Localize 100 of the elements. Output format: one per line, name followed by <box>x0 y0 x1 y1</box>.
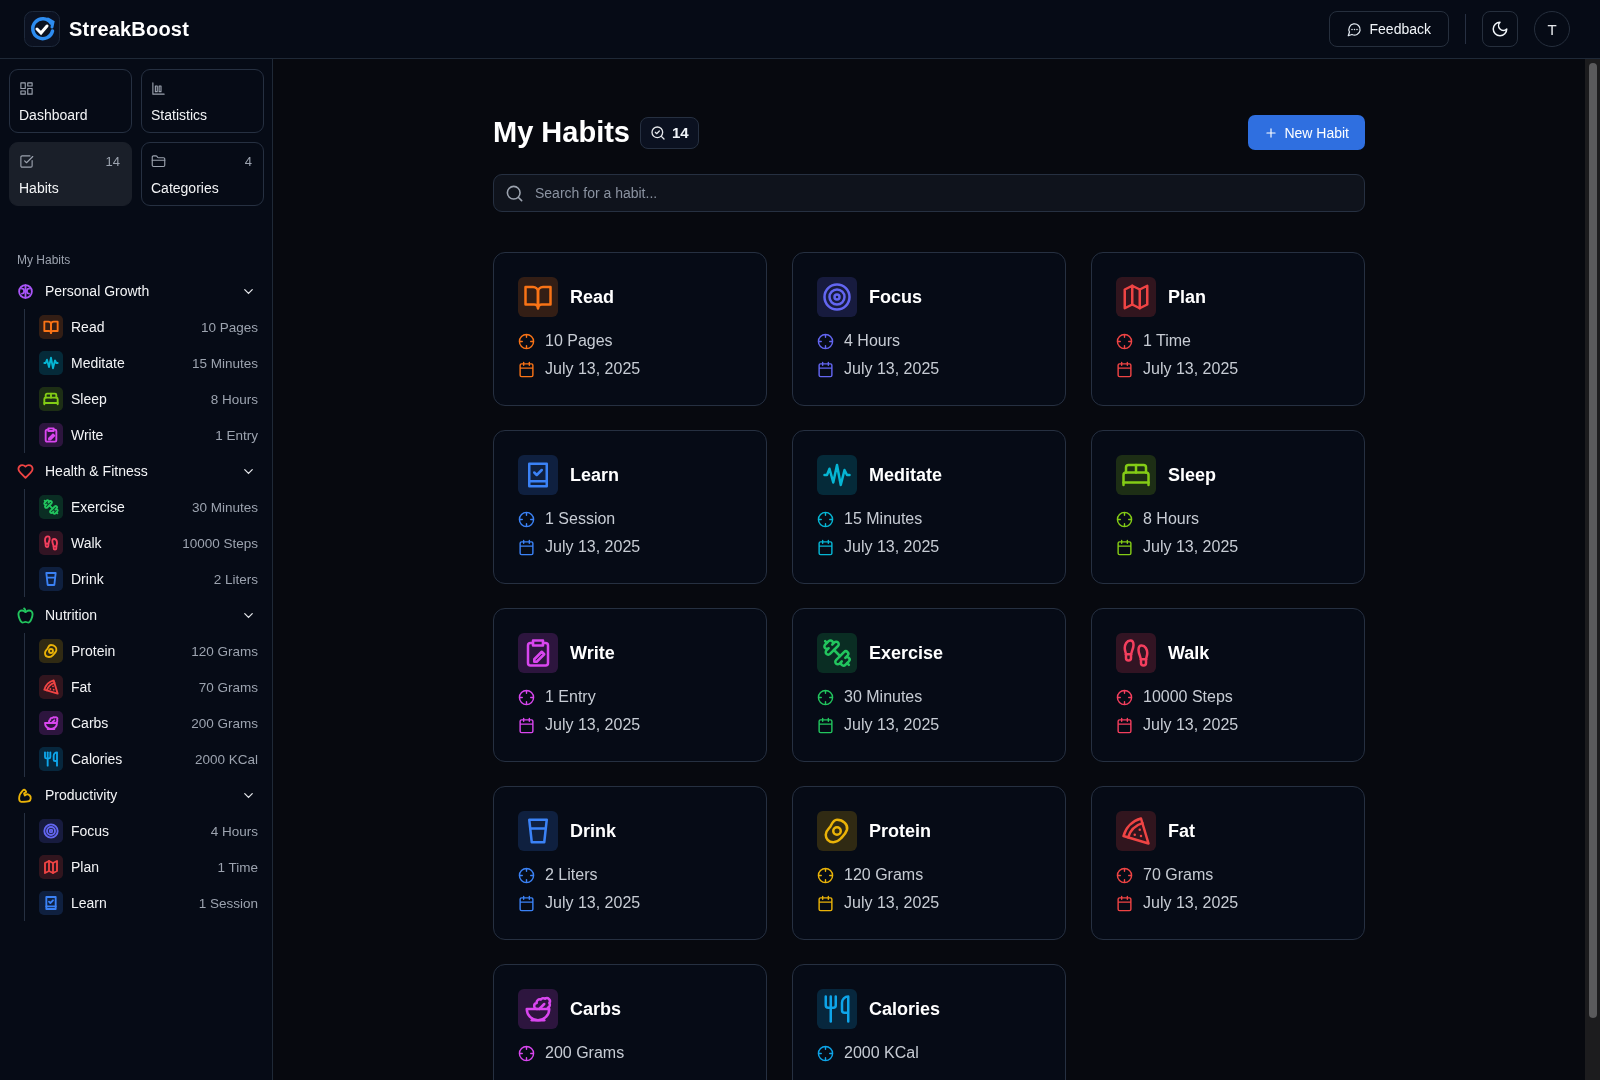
app-name: StreakBoost <box>69 17 189 41</box>
calendar-icon <box>1116 538 1133 556</box>
habit-goal: 1 Entry <box>545 688 596 706</box>
habit-date: July 13, 2025 <box>545 538 641 556</box>
calendar-icon <box>817 716 834 734</box>
habit-name: Fat <box>1168 820 1195 842</box>
habit-card[interactable]: Sleep 8 Hours July 13, 2025 <box>1091 430 1365 584</box>
habit-list-item[interactable]: Focus 4 Hours <box>39 813 264 849</box>
crosshair-icon <box>817 866 834 884</box>
search-field[interactable]: Search for a habit... <box>493 174 1365 212</box>
crosshair-icon <box>1116 332 1133 350</box>
habit-card[interactable]: Protein 120 Grams July 13, 2025 <box>792 786 1066 940</box>
habit-goal: 1 Session <box>545 510 616 528</box>
habit-name: Exercise <box>71 499 126 515</box>
habit-goal: 70 Grams <box>198 679 258 695</box>
habit-list-item[interactable]: Calories 2000 KCal <box>39 741 264 777</box>
habit-name: Learn <box>570 464 620 486</box>
habit-card[interactable]: Read 10 Pages July 13, 2025 <box>493 252 767 406</box>
crosshair-icon <box>518 510 535 528</box>
crosshair-icon <box>1116 866 1133 884</box>
habit-goal: 2 Liters <box>545 866 598 884</box>
category-row[interactable]: Personal Growth <box>9 273 264 309</box>
nav-tile[interactable]: 4 Categories <box>141 142 264 206</box>
habit-card[interactable]: Learn 1 Session July 13, 2025 <box>493 430 767 584</box>
habit-goal: 30 Minutes <box>191 499 258 515</box>
calendar-icon <box>817 538 834 556</box>
habit-list-item[interactable]: Plan 1 Time <box>39 849 264 885</box>
habit-list-item[interactable]: Protein 120 Grams <box>39 633 264 669</box>
theme-toggle-button[interactable] <box>1482 11 1518 47</box>
habit-name: Focus <box>71 823 111 839</box>
category-row[interactable]: Health & Fitness <box>9 453 264 489</box>
habit-goal: 1 Entry <box>215 427 258 443</box>
habit-goal: 1 Time <box>217 859 258 875</box>
nav-tile[interactable]: Dashboard <box>9 69 132 133</box>
habit-goal: 2 Liters <box>213 571 258 587</box>
habit-date: July 13, 2025 <box>844 360 940 378</box>
habit-date: July 13, 2025 <box>1143 360 1239 378</box>
nav-tile[interactable]: Statistics <box>141 69 264 133</box>
habit-list-item[interactable]: Exercise 30 Minutes <box>39 489 264 525</box>
habit-list-item[interactable]: Carbs 200 Grams <box>39 705 264 741</box>
calendar-icon <box>518 538 535 556</box>
moon-icon <box>1491 20 1509 38</box>
habit-card[interactable]: Carbs 200 Grams <box>493 964 767 1080</box>
habit-name: Meditate <box>869 464 942 486</box>
habit-list-item[interactable]: Learn 1 Session <box>39 885 264 921</box>
habit-goal: 10 Pages <box>545 332 613 350</box>
habit-card[interactable]: Plan 1 Time July 13, 2025 <box>1091 252 1365 406</box>
habit-goal: 10 Pages <box>200 319 258 335</box>
habit-list-item[interactable]: Fat 70 Grams <box>39 669 264 705</box>
habit-card[interactable]: Write 1 Entry July 13, 2025 <box>493 608 767 762</box>
habit-goal: 2000 KCal <box>194 751 258 767</box>
habit-name: Carbs <box>570 998 622 1020</box>
habit-card[interactable]: Exercise 30 Minutes July 13, 2025 <box>792 608 1066 762</box>
habit-name: Read <box>71 319 106 335</box>
habit-list-item[interactable]: Write 1 Entry <box>39 417 264 453</box>
category-name: Productivity <box>45 787 119 803</box>
habit-list-item[interactable]: Read 10 Pages <box>39 309 264 345</box>
habit-goal: 1 Time <box>1143 332 1191 350</box>
chat-icon <box>1346 21 1362 37</box>
plus-icon <box>1264 125 1279 140</box>
habit-goal: 200 Grams <box>191 715 258 731</box>
habit-card[interactable]: Focus 4 Hours July 13, 2025 <box>792 252 1066 406</box>
habit-list-item[interactable]: Drink 2 Liters <box>39 561 264 597</box>
habit-name: Calories <box>71 751 124 767</box>
habit-goal: 2000 KCal <box>844 1044 919 1062</box>
crosshair-icon <box>817 510 834 528</box>
feedback-button[interactable]: Feedback <box>1328 11 1449 47</box>
scrollbar[interactable] <box>1585 59 1600 1080</box>
habit-list-item[interactable]: Meditate 15 Minutes <box>39 345 264 381</box>
habit-list-item[interactable]: Walk 10000 Steps <box>39 525 264 561</box>
calendar-icon <box>817 360 834 378</box>
habit-name: Fat <box>71 679 93 695</box>
habit-name: Plan <box>71 859 101 875</box>
category-row[interactable]: Nutrition <box>9 597 264 633</box>
habit-name: Focus <box>869 286 922 308</box>
habit-card[interactable]: Drink 2 Liters July 13, 2025 <box>493 786 767 940</box>
habit-card[interactable]: Walk 10000 Steps July 13, 2025 <box>1091 608 1365 762</box>
category-row[interactable]: Productivity <box>9 777 264 813</box>
habit-goal: 70 Grams <box>1143 866 1214 884</box>
habit-list-item[interactable]: Sleep 8 Hours <box>39 381 264 417</box>
avatar-button[interactable]: T <box>1534 11 1570 47</box>
nav-tile[interactable]: 14 Habits <box>9 142 132 206</box>
habit-name: Drink <box>570 820 616 842</box>
bar-chart-icon <box>151 81 166 96</box>
habit-name: Read <box>570 286 614 308</box>
new-habit-button[interactable]: New Habit <box>1248 115 1365 150</box>
habit-goal: 15 Minutes <box>844 510 923 528</box>
habit-date: July 13, 2025 <box>1143 894 1239 912</box>
calendar-icon <box>1116 716 1133 734</box>
habit-card[interactable]: Fat 70 Grams July 13, 2025 <box>1091 786 1365 940</box>
category-name: Personal Growth <box>45 283 151 299</box>
search-icon <box>505 184 524 203</box>
dashboard-icon <box>19 81 34 96</box>
habit-date: July 13, 2025 <box>844 894 940 912</box>
habit-date: July 13, 2025 <box>545 894 641 912</box>
habit-date: July 13, 2025 <box>844 538 940 556</box>
habit-card[interactable]: Calories 2000 KCal <box>792 964 1066 1080</box>
habit-goal: 4 Hours <box>210 823 258 839</box>
habit-card[interactable]: Meditate 15 Minutes July 13, 2025 <box>792 430 1066 584</box>
calendar-icon <box>518 360 535 378</box>
